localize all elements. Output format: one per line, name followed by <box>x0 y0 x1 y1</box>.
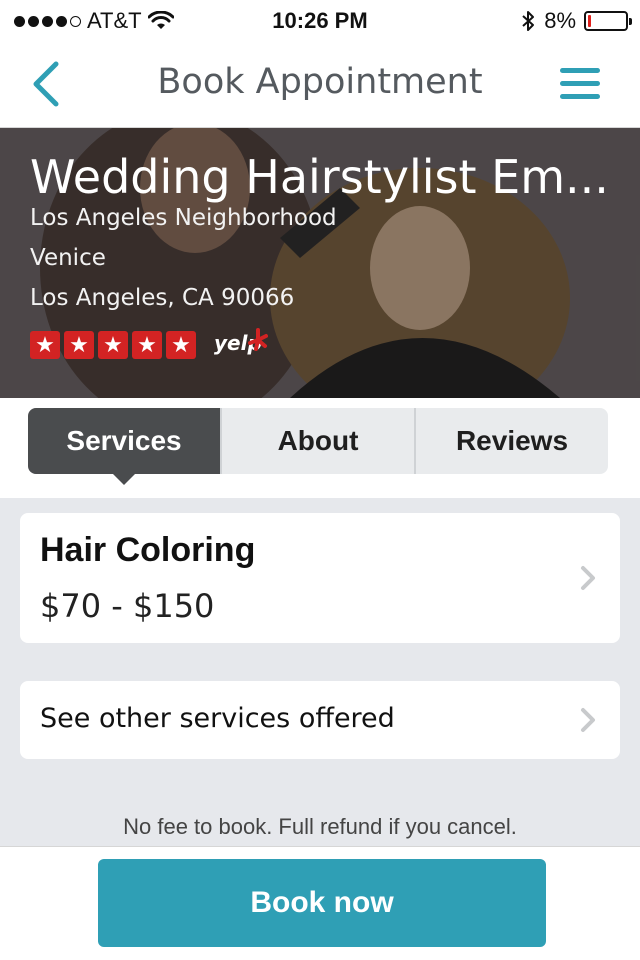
nav-bar: Book Appointment <box>0 40 640 128</box>
status-bar: AT&T 10:26 PM 8% <box>0 0 640 40</box>
tab-about[interactable]: About <box>220 408 414 474</box>
chevron-right-icon <box>581 566 595 590</box>
star-rating: ★ ★ ★ ★ ★ <box>30 331 196 359</box>
star-icon: ★ <box>166 331 196 359</box>
star-icon: ★ <box>98 331 128 359</box>
battery-level <box>588 15 591 27</box>
other-services-label: See other services offered <box>40 703 395 734</box>
status-right: 8% <box>520 8 632 34</box>
bottom-bar: Book now <box>0 846 640 960</box>
tabs-section: Services About Reviews <box>0 398 640 498</box>
service-price: $70 - $150 <box>40 587 215 625</box>
business-header: Wedding Hairstylist Em... Los Angeles Ne… <box>0 128 640 398</box>
business-neighborhood: Los Angeles Neighborhood <box>30 205 337 231</box>
service-card[interactable]: Hair Coloring $70 - $150 <box>20 513 620 643</box>
business-name: Wedding Hairstylist Em... <box>30 150 609 204</box>
yelp-logo-icon: yelp <box>214 328 268 356</box>
business-address: Los Angeles, CA 90066 <box>30 285 295 311</box>
bluetooth-icon <box>522 11 535 31</box>
service-name: Hair Coloring <box>40 531 256 569</box>
other-services-link[interactable]: See other services offered <box>20 681 620 759</box>
chevron-right-icon <box>581 708 595 732</box>
business-area: Venice <box>30 245 106 271</box>
fee-note: No fee to book. Full refund if you cance… <box>123 814 517 839</box>
star-icon: ★ <box>30 331 60 359</box>
tab-reviews[interactable]: Reviews <box>414 408 608 474</box>
star-icon: ★ <box>132 331 162 359</box>
tab-services[interactable]: Services <box>28 408 220 485</box>
segmented-tabs: Services About Reviews <box>28 408 608 485</box>
book-now-button[interactable]: Book now <box>98 859 546 947</box>
page-title: Book Appointment <box>157 62 483 102</box>
battery-percent: 8% <box>544 8 576 33</box>
battery-icon <box>584 11 632 31</box>
hamburger-menu-icon[interactable] <box>560 68 600 100</box>
star-icon: ★ <box>64 331 94 359</box>
